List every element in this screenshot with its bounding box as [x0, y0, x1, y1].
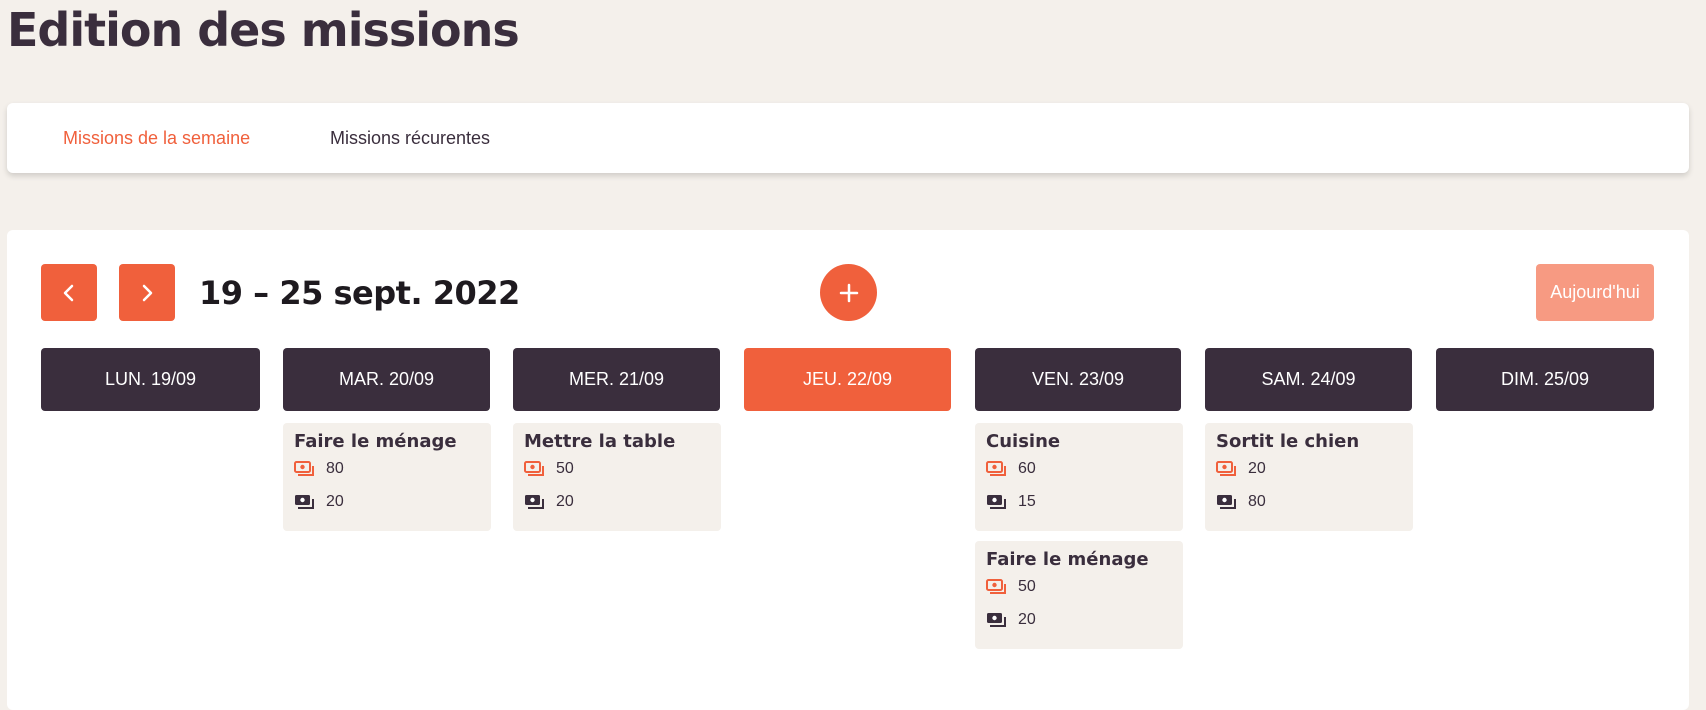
chevron-right-icon: [142, 284, 153, 301]
money-cost-icon: [295, 495, 314, 509]
next-week-button[interactable]: [119, 264, 175, 321]
chevron-left-icon: [63, 284, 74, 301]
mission-card[interactable]: Faire le ménage 80 20: [283, 423, 491, 531]
day-header-mer[interactable]: MER. 21/09: [513, 348, 720, 411]
mission-title: Faire le ménage: [986, 549, 1149, 570]
mission-title: Faire le ménage: [294, 431, 457, 452]
day-header-lun[interactable]: LUN. 19/09: [41, 348, 260, 411]
money-reward-icon: [1216, 461, 1236, 476]
mission-reward: 80: [294, 457, 344, 481]
cost-value: 20: [556, 493, 574, 510]
mission-reward: 50: [524, 457, 574, 481]
money-reward-icon: [986, 461, 1006, 476]
tab-missions-recurentes[interactable]: Missions récurentes: [330, 103, 490, 173]
money-cost-icon: [1217, 495, 1236, 509]
cost-value: 20: [1018, 611, 1036, 628]
money-cost-icon: [987, 613, 1006, 627]
mission-card[interactable]: Sortit le chien 20 80: [1205, 423, 1413, 531]
day-header-mar[interactable]: MAR. 20/09: [283, 348, 490, 411]
money-cost-icon: [987, 495, 1006, 509]
mission-cost: 20: [524, 490, 574, 514]
day-header-jeu-today[interactable]: JEU. 22/09: [744, 348, 951, 411]
tabs-bar: Missions de la semaine Missions récurent…: [7, 103, 1689, 173]
mission-cost: 80: [1216, 490, 1266, 514]
mission-cost: 20: [294, 490, 344, 514]
reward-value: 60: [1018, 460, 1036, 477]
reward-value: 80: [326, 460, 344, 477]
day-header-sam[interactable]: SAM. 24/09: [1205, 348, 1412, 411]
mission-title: Mettre la table: [524, 431, 676, 452]
mission-card[interactable]: Faire le ménage 50 20: [975, 541, 1183, 649]
mission-reward: 20: [1216, 457, 1266, 481]
day-header-ven[interactable]: VEN. 23/09: [975, 348, 1181, 411]
cost-value: 20: [326, 493, 344, 510]
reward-value: 50: [556, 460, 574, 477]
mission-card[interactable]: Cuisine 60 15: [975, 423, 1183, 531]
cost-value: 80: [1248, 493, 1266, 510]
mission-cost: 15: [986, 490, 1036, 514]
mission-cost: 20: [986, 608, 1036, 632]
tab-missions-semaine[interactable]: Missions de la semaine: [63, 103, 250, 173]
today-button[interactable]: Aujourd'hui: [1536, 264, 1654, 321]
money-reward-icon: [986, 579, 1006, 594]
money-cost-icon: [525, 495, 544, 509]
reward-value: 20: [1248, 460, 1266, 477]
reward-value: 50: [1018, 578, 1036, 595]
money-reward-icon: [524, 461, 544, 476]
calendar-panel: 19 – 25 sept. 2022 Aujourd'hui LUN. 19/0…: [7, 230, 1689, 710]
mission-title: Sortit le chien: [1216, 431, 1360, 452]
mission-card[interactable]: Mettre la table 50 20: [513, 423, 721, 531]
mission-reward: 60: [986, 457, 1036, 481]
cost-value: 15: [1018, 493, 1036, 510]
page-title: Edition des missions: [7, 3, 520, 57]
money-reward-icon: [294, 461, 314, 476]
prev-week-button[interactable]: [41, 264, 97, 321]
mission-title: Cuisine: [986, 431, 1061, 452]
week-range-title: 19 – 25 sept. 2022: [199, 274, 520, 312]
day-header-dim[interactable]: DIM. 25/09: [1436, 348, 1654, 411]
plus-icon: [839, 283, 858, 302]
add-mission-button[interactable]: [820, 264, 877, 321]
mission-reward: 50: [986, 575, 1036, 599]
